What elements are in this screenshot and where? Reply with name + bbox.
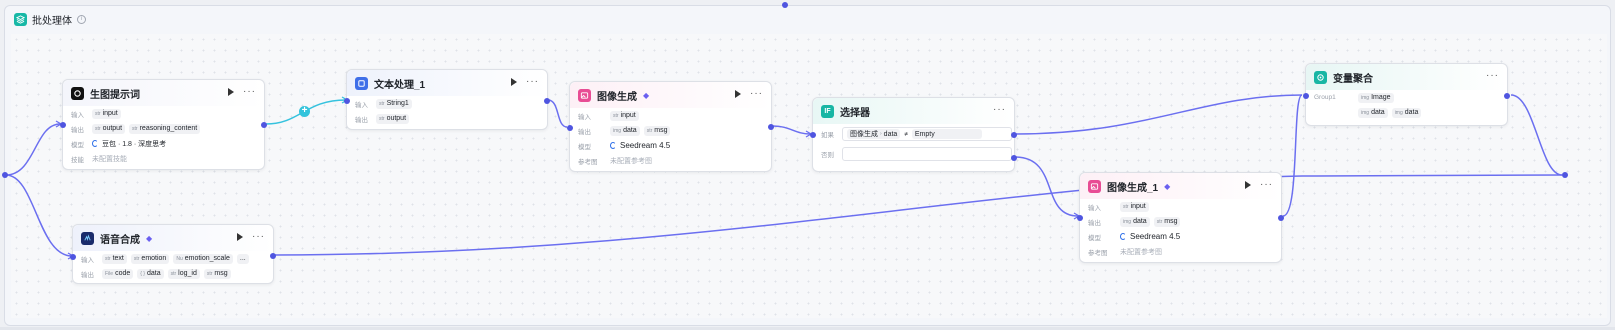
- input-port[interactable]: [1077, 215, 1083, 221]
- if-icon: IF: [821, 104, 834, 118]
- output-port[interactable]: [261, 122, 267, 128]
- var-tag: img data: [1391, 107, 1422, 118]
- var-tag: str emotion: [130, 253, 170, 264]
- node-title: 选择器: [840, 107, 870, 119]
- node-title: 变量聚合: [1333, 73, 1373, 85]
- output-port[interactable]: [544, 98, 550, 104]
- vip-icon: ◆: [1164, 181, 1171, 191]
- more-icon[interactable]: ···: [526, 77, 539, 87]
- output-port[interactable]: [270, 253, 276, 259]
- batch-icon: [14, 13, 27, 26]
- more-icon[interactable]: ···: [993, 105, 1006, 115]
- output-port[interactable]: [768, 124, 774, 130]
- openai-icon: [71, 86, 84, 100]
- more-vars-button[interactable]: ...: [236, 253, 249, 264]
- var-tag: str input: [610, 110, 639, 121]
- more-icon[interactable]: ···: [252, 232, 265, 242]
- info-icon[interactable]: i: [77, 15, 86, 24]
- condition-box[interactable]: 图像生成 › data ≠ Empty: [842, 127, 1012, 141]
- node-prompt[interactable]: 生图提示词 ··· 输入 str input 输出 str output str reaso…: [60, 79, 267, 170]
- condition-value: Empty: [911, 129, 982, 139]
- var-tag: str String1: [376, 98, 412, 109]
- condition-operator: ≠: [904, 130, 908, 138]
- batch-header: 批处理体 i: [14, 12, 86, 27]
- node-header: 文本处理_1 ···: [347, 70, 547, 96]
- node-aggregate[interactable]: 变量聚合 ··· Group1 img Image img data img data: [1303, 63, 1510, 126]
- run-icon[interactable]: [228, 88, 234, 96]
- var-tag: str input: [1120, 201, 1149, 212]
- start-port[interactable]: [2, 172, 8, 178]
- var-tag: str msg: [643, 125, 671, 136]
- node-text-process[interactable]: 文本处理_1 ··· 输入 str String1 输出 str output: [344, 69, 550, 130]
- vip-icon: ◆: [146, 233, 153, 243]
- input-port[interactable]: [344, 98, 350, 104]
- input-port[interactable]: [70, 254, 76, 260]
- top-port[interactable]: [782, 2, 788, 8]
- text-process-icon: [355, 76, 368, 90]
- run-icon[interactable]: [511, 78, 517, 86]
- input-port[interactable]: [60, 122, 66, 128]
- node-title: 语音合成: [100, 234, 140, 246]
- vip-icon: ◆: [643, 90, 650, 100]
- model-name: Seedream 4.5: [620, 141, 671, 150]
- node-header: IF 选择器 ···: [813, 98, 1014, 124]
- node-title: 图像生成: [597, 91, 637, 103]
- node-title: 文本处理_1: [374, 79, 426, 91]
- batch-title: 批处理体: [32, 16, 72, 27]
- var-tag: str log_id: [167, 268, 200, 279]
- node-header: 图像生成 ◆ ···: [570, 82, 771, 108]
- if-output-port[interactable]: [1011, 132, 1017, 138]
- node-title: 图像生成_1: [1107, 182, 1159, 194]
- model-icon: [92, 140, 98, 147]
- node-tts[interactable]: 语音合成 ◆ ··· 输入 str text str emotion Nu emoti…: [70, 224, 276, 284]
- input-port[interactable]: [810, 132, 816, 138]
- add-node-button[interactable]: +: [299, 106, 310, 117]
- model-name: Seedream 4.5: [1130, 232, 1181, 241]
- image-icon: [578, 88, 591, 102]
- end-port[interactable]: [1562, 172, 1568, 178]
- run-icon[interactable]: [735, 90, 741, 98]
- node-header: 生图提示词 ···: [63, 80, 264, 106]
- model-icon: [610, 142, 616, 149]
- node-header: 变量聚合 ···: [1306, 64, 1507, 90]
- node-image-gen-1[interactable]: 图像生成_1 ◆ ··· 输入 str input 输出 img data str msg …: [1077, 172, 1284, 263]
- var-tag: img data: [610, 125, 640, 136]
- var-tag: str msg: [1153, 216, 1181, 227]
- var-tag: str reasoning_content: [129, 123, 201, 134]
- more-icon[interactable]: ···: [1260, 180, 1273, 190]
- more-icon[interactable]: ···: [243, 87, 256, 97]
- run-icon[interactable]: [1245, 181, 1251, 189]
- var-tag: img data: [1358, 107, 1388, 118]
- var-tag: Nu emotion_scale: [173, 253, 233, 264]
- else-output-port[interactable]: [1011, 155, 1017, 161]
- output-port[interactable]: [1278, 215, 1284, 221]
- run-icon[interactable]: [237, 233, 243, 241]
- model-icon: [1120, 233, 1126, 240]
- node-header: 图像生成_1 ◆ ···: [1080, 173, 1281, 199]
- aggregate-icon: [1314, 70, 1327, 84]
- var-tag: str msg: [203, 268, 231, 279]
- input-port[interactable]: [567, 125, 573, 131]
- more-icon[interactable]: ···: [1486, 71, 1499, 81]
- output-port[interactable]: [1504, 93, 1510, 99]
- var-tag: File code: [102, 268, 134, 279]
- var-tag: str output: [92, 123, 126, 134]
- more-icon[interactable]: ···: [750, 89, 763, 99]
- node-selector[interactable]: IF 选择器 ··· 如果 图像生成 › data ≠ Empty 否则: [810, 97, 1017, 172]
- voice-icon: [81, 231, 94, 245]
- var-tag: str output: [376, 113, 410, 124]
- node-image-gen[interactable]: 图像生成 ◆ ··· 输入 str input 输出 img data str msg 模型…: [567, 81, 774, 172]
- node-header: 语音合成 ◆ ···: [73, 225, 273, 251]
- var-tag: str text: [102, 253, 127, 264]
- node-title: 生图提示词: [90, 89, 140, 101]
- image-icon: [1088, 179, 1101, 193]
- var-tag: img data: [1120, 216, 1150, 227]
- var-tag: img Image: [1358, 92, 1394, 103]
- input-port[interactable]: [1303, 93, 1309, 99]
- var-tag: { } data: [137, 268, 164, 279]
- var-tag: str input: [92, 108, 121, 119]
- model-name: 豆包 · 1.8 · 深度思考: [102, 140, 167, 148]
- else-box[interactable]: [842, 147, 1012, 161]
